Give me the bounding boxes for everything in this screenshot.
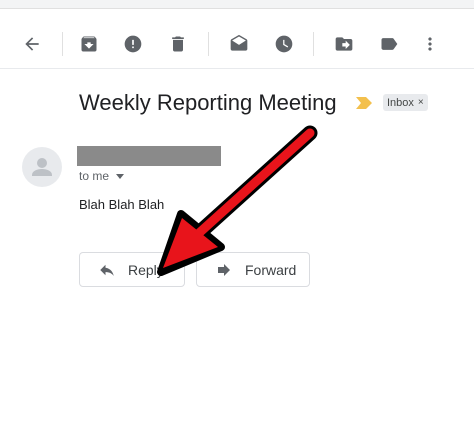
arrow-left-icon bbox=[25, 37, 39, 51]
clock-icon bbox=[275, 35, 293, 53]
importance-marker-icon[interactable] bbox=[356, 96, 372, 109]
toolbar-divider bbox=[0, 68, 474, 69]
remove-label-button[interactable]: × bbox=[418, 97, 424, 108]
caret-down-icon bbox=[116, 173, 125, 179]
more-options-button[interactable] bbox=[410, 22, 450, 66]
email-subject: Weekly Reporting Meeting bbox=[79, 90, 337, 115]
top-edge bbox=[0, 0, 474, 9]
sender-name-redacted bbox=[77, 146, 221, 166]
trash-icon bbox=[172, 36, 184, 52]
snooze-button[interactable] bbox=[264, 22, 304, 66]
toolbar-separator bbox=[208, 32, 209, 56]
person-icon bbox=[32, 158, 52, 176]
delete-button[interactable] bbox=[158, 22, 198, 66]
back-button[interactable] bbox=[12, 22, 52, 66]
report-icon bbox=[124, 35, 142, 53]
reply-icon bbox=[100, 264, 114, 276]
recipient-details-toggle[interactable]: to me bbox=[79, 169, 125, 183]
inbox-label-chip[interactable]: Inbox × bbox=[383, 94, 428, 111]
labels-button[interactable] bbox=[369, 22, 409, 66]
toolbar-separator bbox=[62, 32, 63, 56]
inbox-label-text: Inbox bbox=[387, 96, 414, 109]
sender-avatar[interactable] bbox=[22, 147, 62, 187]
mail-open-icon bbox=[230, 34, 248, 51]
importance-arrow-shape bbox=[356, 97, 372, 109]
forward-label: Forward bbox=[245, 261, 297, 278]
move-folder-icon bbox=[335, 37, 353, 51]
archive-button[interactable] bbox=[69, 22, 109, 66]
toolbar-separator bbox=[313, 32, 314, 56]
move-to-button[interactable] bbox=[324, 22, 364, 66]
mark-unread-button[interactable] bbox=[219, 22, 259, 66]
message-toolbar bbox=[0, 22, 474, 66]
report-spam-button[interactable] bbox=[113, 22, 153, 66]
reply-button[interactable]: Reply bbox=[79, 252, 185, 287]
forward-button[interactable]: Forward bbox=[196, 252, 310, 287]
recipient-text: to me bbox=[79, 169, 110, 183]
email-body: Blah Blah Blah bbox=[79, 197, 165, 212]
archive-icon bbox=[81, 36, 97, 52]
reply-label: Reply bbox=[128, 261, 164, 278]
more-vert-icon bbox=[428, 37, 432, 51]
forward-icon bbox=[218, 263, 230, 276]
label-icon bbox=[381, 38, 398, 50]
